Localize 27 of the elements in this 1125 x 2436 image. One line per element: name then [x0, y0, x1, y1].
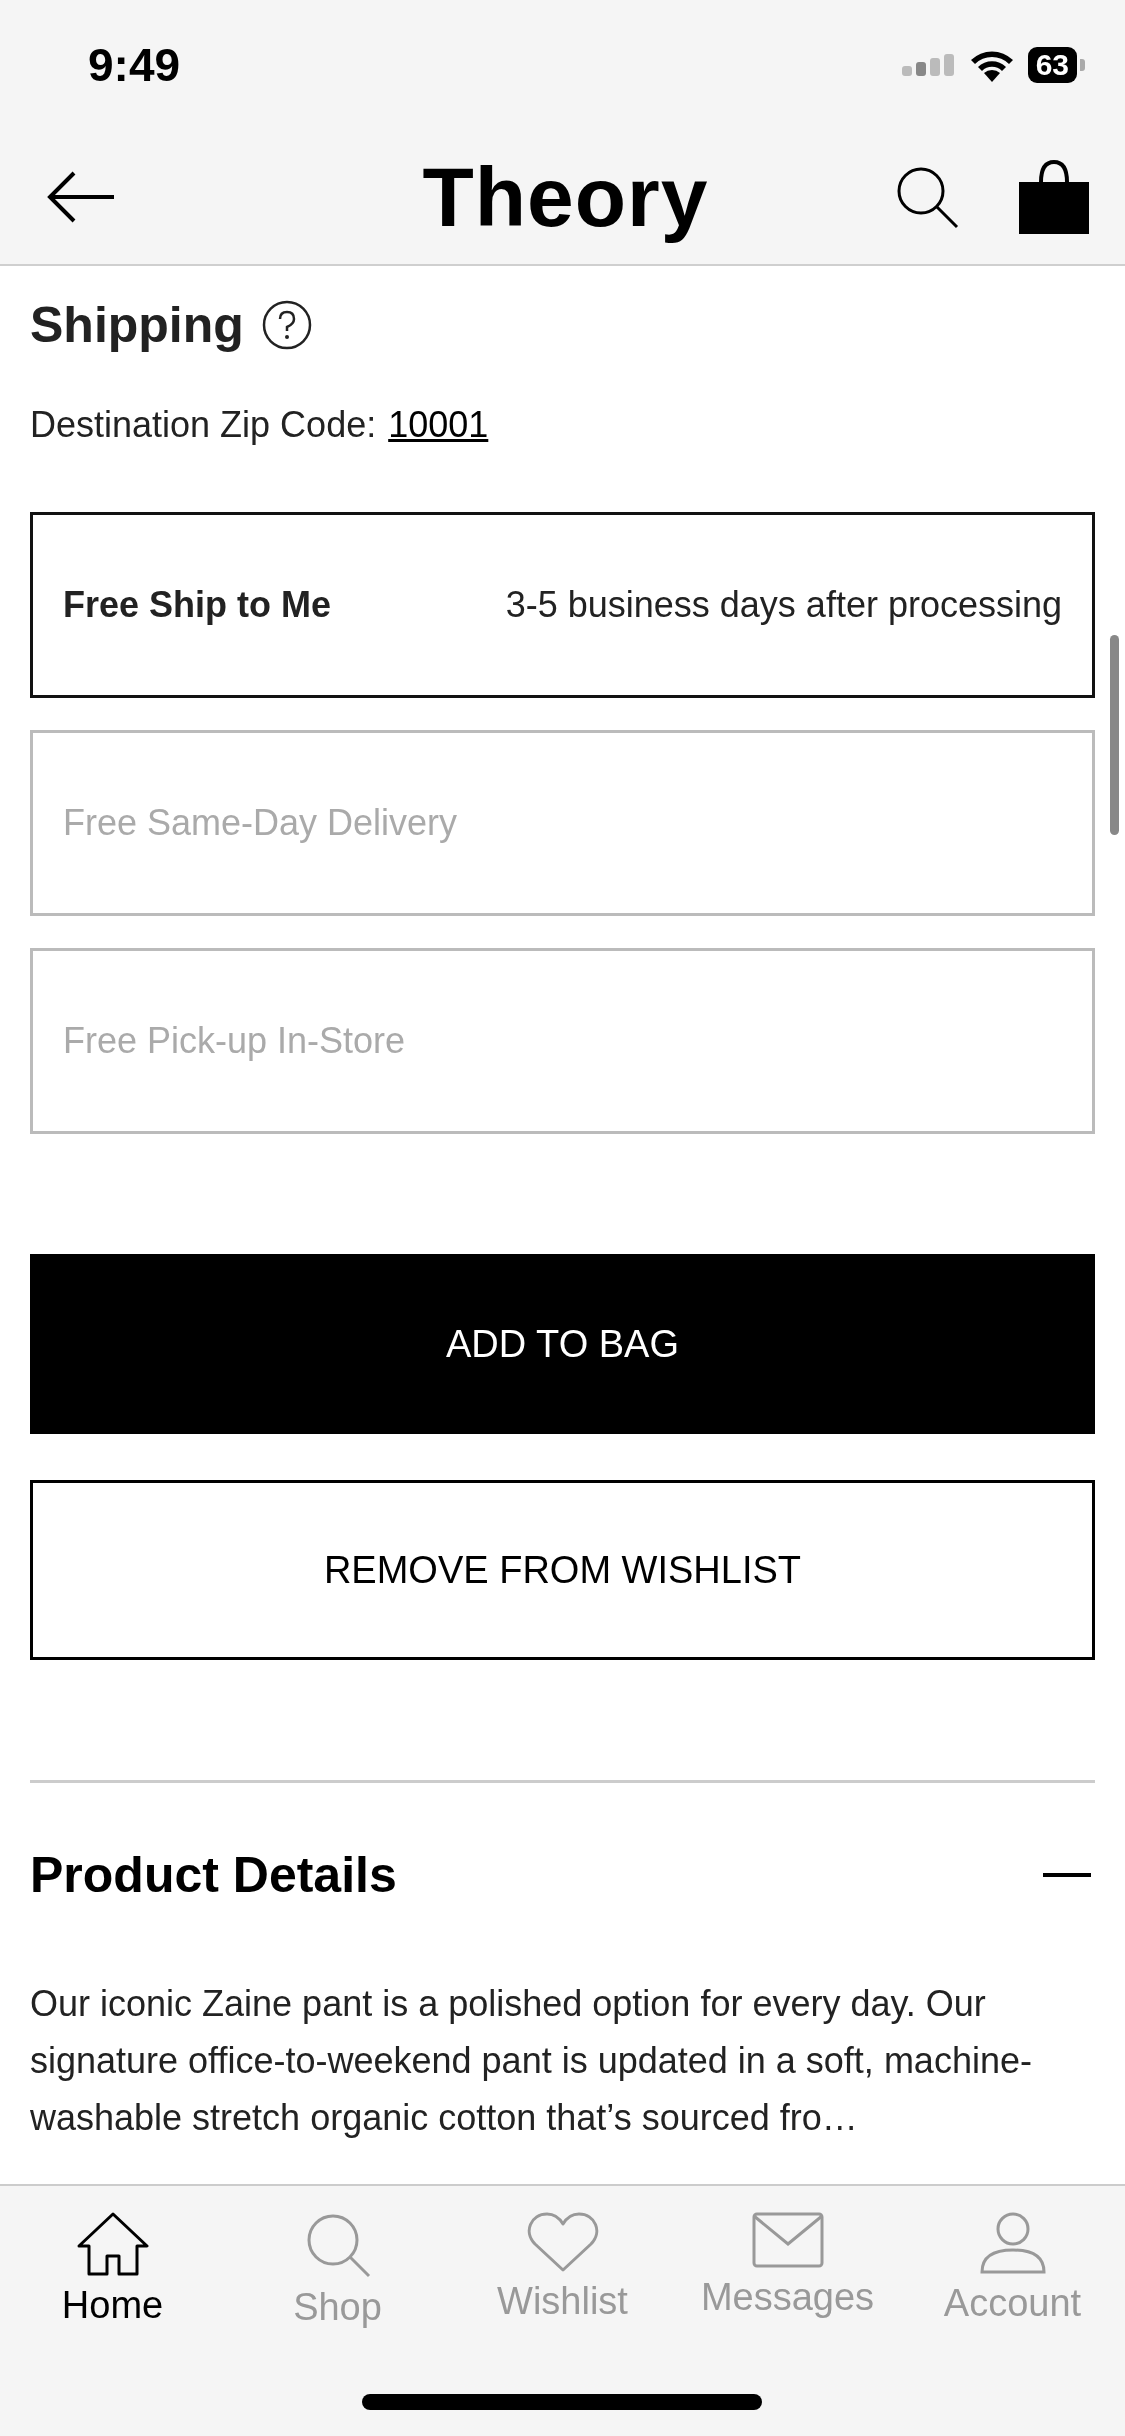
- shipping-option[interactable]: Free Ship to Me 3-5 business days after processing: [30, 512, 1095, 698]
- tab-bar-item[interactable]: Messages: [675, 2212, 900, 2329]
- person-icon: [979, 2212, 1046, 2274]
- section-title: Product Details: [30, 1846, 397, 1904]
- shipping-option[interactable]: Free Same-Day Delivery: [30, 730, 1095, 916]
- zip-label: Destination Zip Code:: [30, 404, 377, 446]
- section-title: Shipping: [30, 296, 244, 354]
- signal-icon: [901, 54, 956, 76]
- shopping-bag-icon[interactable]: [1019, 160, 1089, 234]
- wifi-icon: [969, 48, 1014, 82]
- envelope-icon: [751, 2212, 824, 2268]
- help-icon[interactable]: [261, 300, 312, 350]
- zip-code-link[interactable]: 10001: [388, 404, 489, 446]
- tab-bar-item[interactable]: Wishlist: [450, 2212, 675, 2329]
- back-arrow-icon[interactable]: [46, 169, 116, 225]
- tab-bar-item[interactable]: Shop: [225, 2212, 450, 2329]
- tab-bar-item[interactable]: Home: [0, 2212, 225, 2329]
- product-description: Our iconic Zaine pant is a polished option for every day. Our signature office-to-weekend pant is updated in a soft, machine-washable stretch organic cotton that’s sourced fro…: [30, 1982, 1033, 2140]
- heart-icon: [526, 2212, 599, 2272]
- shipping-option[interactable]: Free Pick-up In-Store: [30, 948, 1095, 1134]
- brand-logo: Theory: [422, 148, 709, 246]
- add-to-bag-button[interactable]: ADD TO BAG: [30, 1254, 1095, 1434]
- search-icon[interactable]: [895, 165, 959, 229]
- tab-bar-item[interactable]: Account: [900, 2212, 1125, 2329]
- status-time: 9:49: [88, 38, 181, 92]
- house-icon: [76, 2212, 149, 2276]
- remove-button[interactable]: REMOVE FROM WISHLIST: [30, 1480, 1095, 1660]
